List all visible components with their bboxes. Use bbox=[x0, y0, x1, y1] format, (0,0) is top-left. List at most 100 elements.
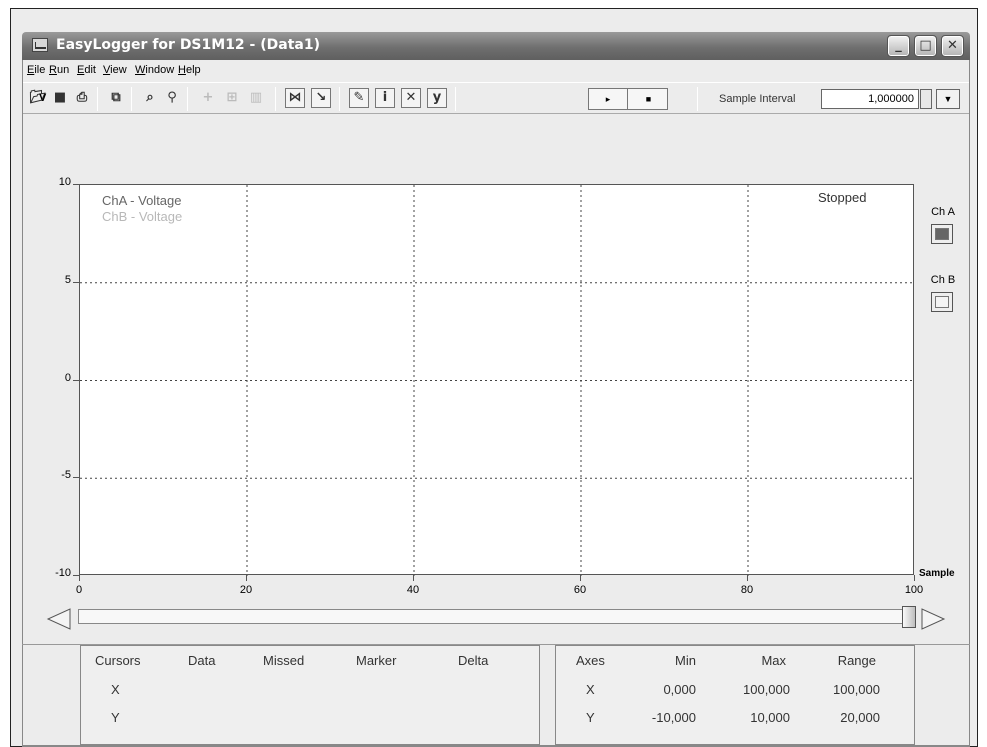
run-controls: ▸ ■ bbox=[588, 88, 668, 110]
y-tick-mark bbox=[73, 184, 79, 185]
toolbar: 📂︎ ■ ⎙ ⧉ ⌕ ⚲ + ⊞ ▥ ⋈ ↘ ✎ i ✕ y ▸ ■ Sampl… bbox=[23, 82, 969, 114]
axis-y-max: 10,000 bbox=[750, 710, 790, 725]
axes-panel: Axes Min Max Range X 0,000 100,000 100,0… bbox=[555, 645, 915, 745]
menu-view[interactable]: View bbox=[103, 64, 127, 76]
toolbar-separator bbox=[455, 87, 456, 111]
data-header: Data bbox=[188, 653, 216, 668]
x-tick-label: 40 bbox=[406, 584, 420, 596]
x-axis-unit: Sample bbox=[919, 568, 955, 579]
scroll-left-icon[interactable] bbox=[46, 607, 72, 631]
menu-bar: Eile Run Edit View Window Help bbox=[23, 60, 969, 80]
min-header: Min bbox=[675, 653, 696, 668]
axis-x-range: 100,000 bbox=[833, 682, 880, 697]
save-icon[interactable]: ■ bbox=[49, 87, 71, 109]
missed-header: Missed bbox=[263, 653, 305, 668]
x-tick-mark bbox=[747, 575, 748, 581]
marker-header: Marker bbox=[356, 653, 397, 668]
y-tick-label: -10 bbox=[55, 567, 71, 579]
max-header: Max bbox=[761, 653, 786, 668]
toolbar-separator bbox=[97, 87, 98, 111]
scroll-right-icon[interactable] bbox=[920, 607, 946, 631]
x-tick-label: 20 bbox=[239, 584, 253, 596]
stop-button[interactable]: ■ bbox=[629, 89, 668, 109]
y-tick-mark bbox=[73, 379, 79, 381]
x-tick-mark bbox=[914, 575, 915, 581]
sample-interval-label: Sample Interval bbox=[719, 93, 796, 105]
y-tick-mark bbox=[73, 477, 79, 479]
sample-interval-spinner[interactable] bbox=[920, 89, 932, 109]
cursors-header: Cursors bbox=[95, 653, 141, 668]
toolbar-separator bbox=[187, 87, 188, 111]
channel-b-indicator bbox=[935, 296, 949, 308]
stop-icon: ■ bbox=[645, 94, 652, 104]
title-bar[interactable]: EasyLogger for DS1M12 - (Data1) _ □ ✕ bbox=[22, 32, 970, 60]
toolbar-separator bbox=[697, 87, 698, 111]
cursor-y-icon[interactable]: ▥ bbox=[245, 87, 267, 109]
y-tick-label: 5 bbox=[64, 273, 71, 286]
x-tick-mark bbox=[413, 575, 414, 581]
cursor-x-icon[interactable]: ⊞ bbox=[221, 87, 243, 109]
cursor-add-icon[interactable]: + bbox=[197, 87, 219, 109]
close-button[interactable]: ✕ bbox=[941, 35, 964, 57]
y-axis-unit: V bbox=[39, 92, 47, 104]
grid-x-icon[interactable]: ⋈ bbox=[285, 88, 305, 108]
y-tick-label: 0 bbox=[64, 371, 71, 384]
cursor-y-label: Y bbox=[111, 710, 120, 725]
toolbar-separator bbox=[339, 87, 340, 111]
toolbar-separator bbox=[131, 87, 132, 111]
scale-x-icon[interactable]: ✕ bbox=[401, 88, 421, 108]
x-tick-mark bbox=[580, 575, 581, 581]
channel-b-toggle[interactable] bbox=[931, 292, 953, 312]
cursors-panel: Cursors Data Missed Marker Delta X Y bbox=[80, 645, 540, 745]
notes-icon[interactable]: ✎ bbox=[349, 88, 369, 108]
axes-header: Axes bbox=[576, 653, 605, 668]
x-tick-mark bbox=[246, 575, 247, 581]
axis-x-max: 100,000 bbox=[743, 682, 790, 697]
legend-cha: ChA - Voltage bbox=[102, 193, 182, 208]
axis-y-range: 20,000 bbox=[840, 710, 880, 725]
info-icon[interactable]: i bbox=[375, 88, 395, 108]
channel-a-indicator bbox=[935, 228, 949, 240]
channel-a-label: Ch A bbox=[931, 206, 955, 218]
sample-interval-field[interactable]: 1,000000 bbox=[821, 89, 919, 109]
x-tick-label: 80 bbox=[740, 584, 754, 596]
print-icon[interactable]: ⎙ bbox=[71, 87, 93, 109]
channel-a-toggle[interactable] bbox=[931, 224, 953, 244]
axis-x-min: 0,000 bbox=[663, 682, 696, 697]
sample-interval-dropdown[interactable]: ▼ bbox=[936, 89, 960, 109]
window-title: EasyLogger for DS1M12 - (Data1) bbox=[56, 37, 320, 53]
zoom-out-icon[interactable]: ⚲ bbox=[161, 87, 183, 109]
copy-icon[interactable]: ⧉ bbox=[105, 87, 127, 109]
menu-help[interactable]: Help bbox=[178, 64, 201, 76]
menu-run[interactable]: Run bbox=[49, 64, 69, 76]
axis-x-label: X bbox=[586, 682, 595, 697]
axis-y-min: -10,000 bbox=[651, 710, 696, 725]
status-label: Stopped bbox=[818, 190, 867, 205]
menu-file[interactable]: Eile bbox=[27, 64, 45, 76]
cursor-x-label: X bbox=[111, 682, 120, 697]
delta-header: Delta bbox=[458, 653, 489, 668]
y-tick-label: -5 bbox=[61, 469, 71, 482]
chart-plot-area[interactable]: ChA - Voltage ChB - Voltage Stopped bbox=[79, 184, 915, 576]
app-icon bbox=[32, 38, 48, 52]
time-scrollbar[interactable] bbox=[78, 609, 903, 624]
menu-window[interactable]: Window bbox=[135, 64, 174, 76]
range-header: Range bbox=[837, 653, 876, 668]
y-tick-mark bbox=[73, 281, 79, 283]
x-tick-mark bbox=[79, 575, 80, 581]
zoom-in-icon[interactable]: ⌕ bbox=[139, 87, 161, 109]
play-button[interactable]: ▸ bbox=[589, 89, 628, 109]
x-tick-label: 60 bbox=[573, 584, 587, 596]
minimize-button[interactable]: _ bbox=[887, 35, 910, 57]
legend-chb: ChB - Voltage bbox=[102, 209, 183, 224]
channel-b-label: Ch B bbox=[930, 274, 956, 286]
x-tick-label: 0 bbox=[75, 584, 83, 596]
chart-grid bbox=[80, 185, 915, 576]
maximize-button[interactable]: □ bbox=[914, 35, 937, 57]
scale-y-icon[interactable]: y bbox=[427, 88, 447, 108]
grid-y-icon[interactable]: ↘ bbox=[311, 88, 331, 108]
scrollbar-thumb[interactable] bbox=[902, 606, 916, 628]
play-icon: ▸ bbox=[605, 94, 611, 104]
menu-edit[interactable]: Edit bbox=[77, 64, 96, 76]
chevron-down-icon: ▼ bbox=[943, 94, 953, 104]
